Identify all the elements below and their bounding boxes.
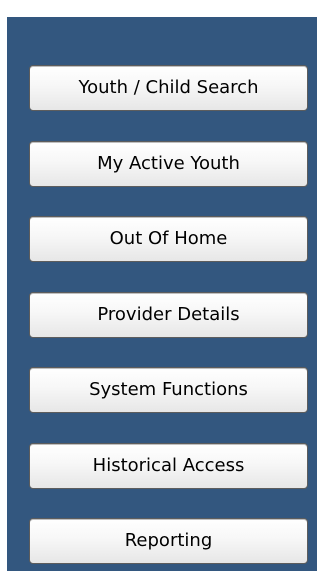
reporting-label: Reporting [124, 530, 213, 551]
navigation-menu: Youth / Child Search My Active Youth Out… [29, 65, 308, 565]
my-active-youth-button[interactable]: My Active Youth [29, 141, 308, 187]
my-active-youth-label: My Active Youth [97, 153, 240, 174]
navigation-panel: Youth / Child Search My Active Youth Out… [7, 17, 317, 571]
out-of-home-label: Out Of Home [109, 228, 228, 249]
reporting-button[interactable]: Reporting [29, 518, 308, 564]
provider-details-button[interactable]: Provider Details [29, 292, 308, 338]
system-functions-label: System Functions [89, 379, 248, 400]
historical-access-label: Historical Access [92, 455, 245, 476]
system-functions-button[interactable]: System Functions [29, 367, 308, 413]
provider-details-label: Provider Details [97, 304, 240, 325]
youth-child-search-label: Youth / Child Search [78, 77, 259, 98]
out-of-home-button[interactable]: Out Of Home [29, 216, 308, 262]
historical-access-button[interactable]: Historical Access [29, 443, 308, 489]
youth-child-search-button[interactable]: Youth / Child Search [29, 65, 308, 111]
